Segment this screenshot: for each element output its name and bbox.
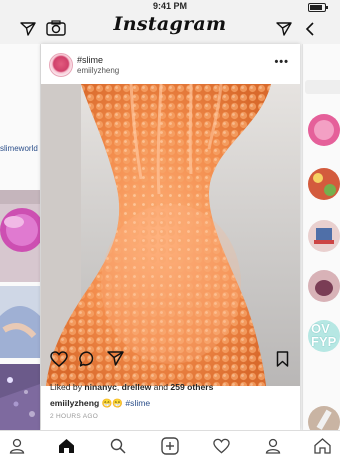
liker-link[interactable]: ninanyc xyxy=(84,382,116,392)
post-image[interactable] xyxy=(41,84,300,386)
next-post-header xyxy=(305,80,340,94)
home-icon[interactable] xyxy=(58,438,75,454)
story-thumb[interactable] xyxy=(308,164,340,204)
status-time: 9:41 PM xyxy=(152,1,187,11)
story-thumb-text: OV FYP xyxy=(311,321,337,349)
search-icon[interactable] xyxy=(110,438,126,454)
story-thumb[interactable] xyxy=(308,406,340,430)
likes-count-link[interactable]: 259 others xyxy=(170,382,213,392)
bottom-nav xyxy=(0,430,340,461)
post-card: #slime emiilyzheng ••• Liked by ninanyc,… xyxy=(41,44,300,430)
likes-and: and xyxy=(151,382,171,392)
likes-prefix: Liked by xyxy=(50,382,85,392)
post-username[interactable]: emiilyzheng xyxy=(77,66,119,75)
story-thumb[interactable] xyxy=(308,216,340,256)
post-caption: emiilyzheng 😁😁 #slime xyxy=(50,398,150,409)
send-icon[interactable] xyxy=(276,22,292,36)
story-thumb[interactable]: OV FYP xyxy=(308,316,340,356)
activity-heart-icon[interactable] xyxy=(213,438,230,454)
comment-icon[interactable] xyxy=(79,351,96,367)
heart-icon[interactable] xyxy=(50,351,68,367)
likes-summary: Liked by ninanyc, drellew and 259 others xyxy=(50,382,213,392)
post-timestamp: 2 HOURS AGO xyxy=(50,413,99,420)
story-thumb[interactable] xyxy=(308,266,340,306)
previous-post-image xyxy=(0,190,40,282)
battery-level-fill xyxy=(310,5,322,10)
home-icon[interactable] xyxy=(314,438,331,454)
previous-post-image-3 xyxy=(0,364,40,430)
back-chevron-icon[interactable] xyxy=(305,22,315,36)
bookmark-icon[interactable] xyxy=(276,351,289,367)
previous-post-image-2 xyxy=(0,286,40,358)
partial-username: slimeworld xyxy=(0,144,38,153)
more-options-button[interactable]: ••• xyxy=(274,56,289,68)
liker-link[interactable]: drellew xyxy=(122,382,152,392)
previous-post-panel[interactable]: slimeworld xyxy=(0,44,41,430)
share-icon[interactable] xyxy=(107,351,124,366)
post-hashtag-title[interactable]: #slime xyxy=(77,55,103,65)
avatar[interactable] xyxy=(49,53,73,77)
caption-emoji: 😁😁 xyxy=(101,398,123,408)
profile-icon[interactable] xyxy=(9,438,25,454)
add-icon[interactable] xyxy=(161,437,179,455)
profile-icon[interactable] xyxy=(265,438,281,454)
story-thumb[interactable] xyxy=(308,114,340,146)
caption-username[interactable]: emiilyzheng xyxy=(50,398,99,408)
caption-hashtag[interactable]: #slime xyxy=(125,398,150,408)
battery-icon xyxy=(308,3,328,12)
next-post-panel[interactable]: OV FYP xyxy=(302,44,340,430)
